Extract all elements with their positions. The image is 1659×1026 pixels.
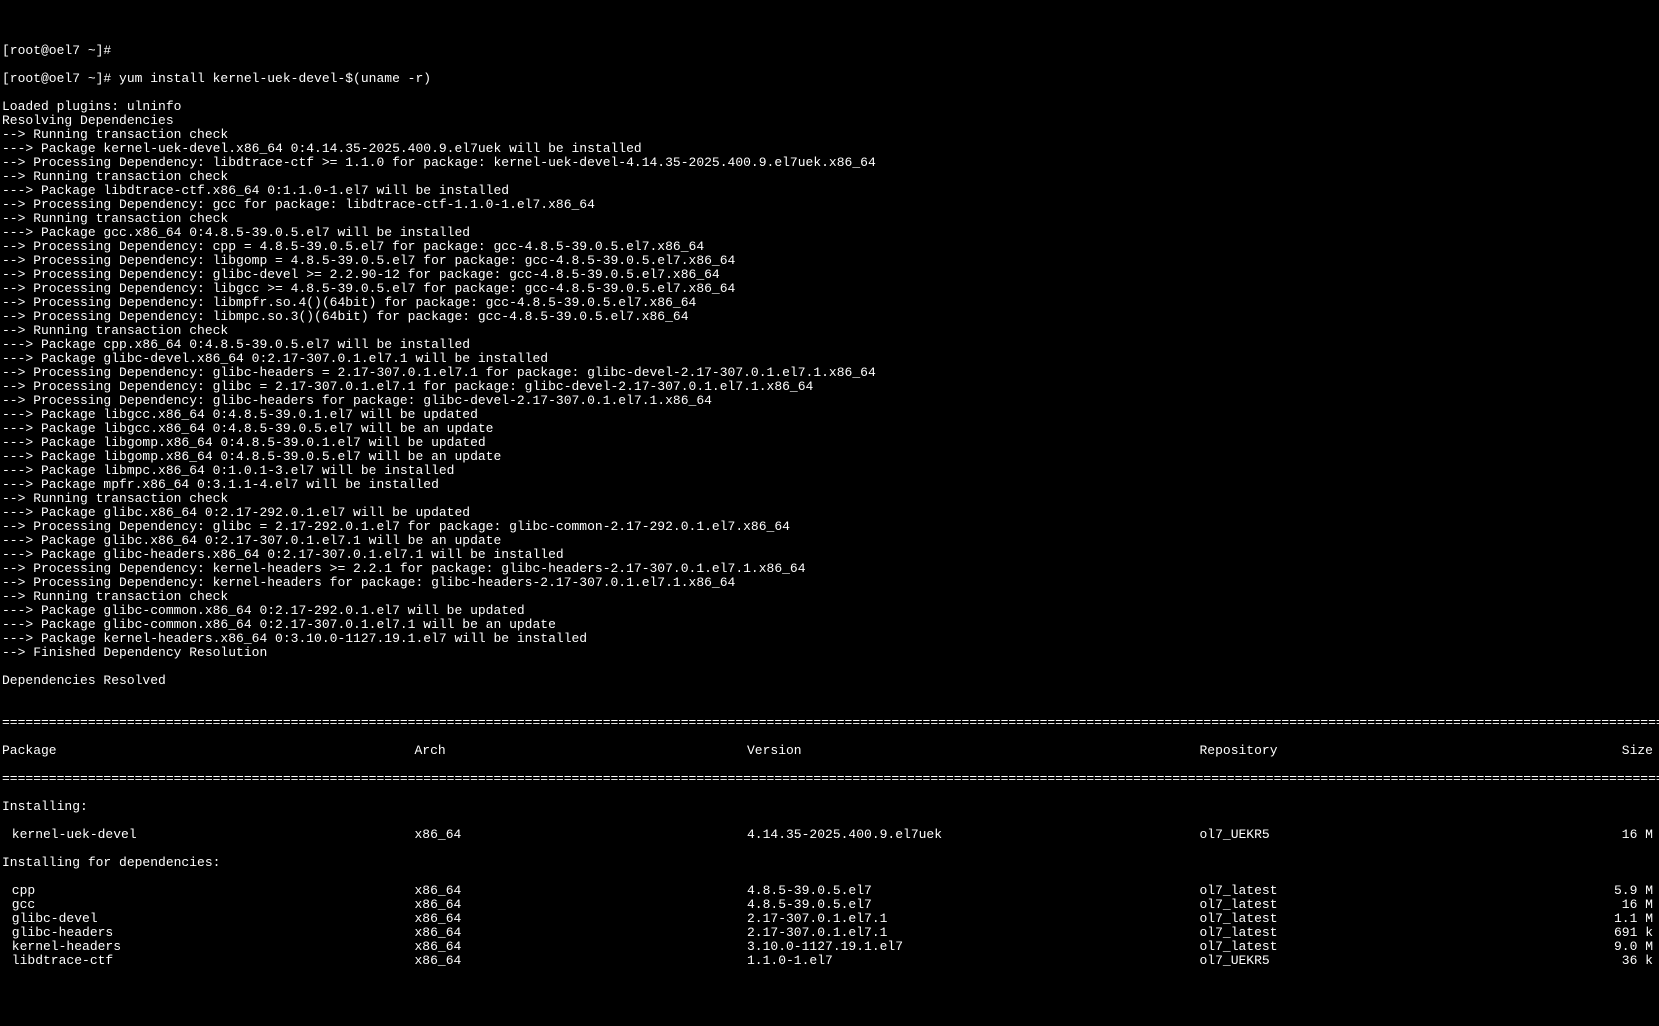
cell-package: kernel-uek-devel xyxy=(2,828,382,842)
output-line: --> Running transaction check xyxy=(2,170,1657,184)
cell: ol7_latest xyxy=(1200,926,1545,940)
cell: 3.10.0-1127.19.1.el7 xyxy=(747,940,1167,954)
output-line: ---> Package gcc.x86_64 0:4.8.5-39.0.5.e… xyxy=(2,226,1657,240)
output-line: --> Processing Dependency: libmpfr.so.4(… xyxy=(2,296,1657,310)
cell: cpp xyxy=(2,884,382,898)
output-line: --> Processing Dependency: glibc-headers… xyxy=(2,366,1657,380)
cell: 1.1 M xyxy=(1577,912,1657,926)
output-line: --> Processing Dependency: glibc = 2.17-… xyxy=(2,520,1657,534)
cell: 9.0 M xyxy=(1577,940,1657,954)
cell: glibc-headers xyxy=(2,926,382,940)
cell: ol7_UEKR5 xyxy=(1200,954,1545,968)
cell: ol7_latest xyxy=(1200,884,1545,898)
cell: 16 M xyxy=(1577,898,1657,912)
cell-arch: x86_64 xyxy=(415,828,715,842)
cell: x86_64 xyxy=(415,912,715,926)
table-row: gcc x86_64 4.8.5-39.0.5.el7 ol7_latest 16 M xyxy=(2,898,1657,912)
cell: glibc-devel xyxy=(2,912,382,926)
output-line: ---> Package glibc-common.x86_64 0:2.17-… xyxy=(2,618,1657,632)
cell: x86_64 xyxy=(415,954,715,968)
output-line: --> Processing Dependency: glibc-headers… xyxy=(2,394,1657,408)
cell: ol7_latest xyxy=(1200,912,1545,926)
header-repository: Repository xyxy=(1200,744,1545,758)
table-header-row: Package Arch Version Repository Size xyxy=(2,744,1657,758)
shell-prompt: [root@oel7 ~]# xyxy=(2,44,1657,58)
cell-repository: ol7_UEKR5 xyxy=(1200,828,1545,842)
output-line: --> Processing Dependency: kernel-header… xyxy=(2,562,1657,576)
output-line: --> Running transaction check xyxy=(2,590,1657,604)
yum-output: Loaded plugins: ulninfoResolving Depende… xyxy=(2,100,1657,702)
cell: kernel-headers xyxy=(2,940,382,954)
cell: 2.17-307.0.1.el7.1 xyxy=(747,912,1167,926)
output-line: ---> Package glibc.x86_64 0:2.17-307.0.1… xyxy=(2,534,1657,548)
header-package: Package xyxy=(2,744,382,758)
cell: x86_64 xyxy=(415,940,715,954)
separator: ========================================… xyxy=(2,772,1657,786)
cell: 4.8.5-39.0.5.el7 xyxy=(747,884,1167,898)
output-line: --> Running transaction check xyxy=(2,212,1657,226)
output-line: --> Processing Dependency: libdtrace-ctf… xyxy=(2,156,1657,170)
output-line: ---> Package glibc-common.x86_64 0:2.17-… xyxy=(2,604,1657,618)
output-line: ---> Package glibc-devel.x86_64 0:2.17-3… xyxy=(2,352,1657,366)
output-line: ---> Package kernel-headers.x86_64 0:3.1… xyxy=(2,632,1657,646)
cell: x86_64 xyxy=(415,898,715,912)
output-line: --> Running transaction check xyxy=(2,492,1657,506)
output-line: --> Running transaction check xyxy=(2,324,1657,338)
dependency-rows: cpp x86_64 4.8.5-39.0.5.el7 ol7_latest 5.9 M… xyxy=(2,884,1657,968)
shell-command[interactable]: [root@oel7 ~]# yum install kernel-uek-de… xyxy=(2,72,1657,86)
output-line: --> Running transaction check xyxy=(2,128,1657,142)
output-line: Resolving Dependencies xyxy=(2,114,1657,128)
cell: 1.1.0-1.el7 xyxy=(747,954,1167,968)
separator: ========================================… xyxy=(2,716,1657,730)
cell: x86_64 xyxy=(415,926,715,940)
output-line: ---> Package libgomp.x86_64 0:4.8.5-39.0… xyxy=(2,450,1657,464)
output-line: --> Processing Dependency: glibc = 2.17-… xyxy=(2,380,1657,394)
section-installing-deps: Installing for dependencies: xyxy=(2,856,1657,870)
output-line: Loaded plugins: ulninfo xyxy=(2,100,1657,114)
cell: libdtrace-ctf xyxy=(2,954,382,968)
output-line: --> Processing Dependency: glibc-devel >… xyxy=(2,268,1657,282)
cell: x86_64 xyxy=(415,884,715,898)
cell: 691 k xyxy=(1577,926,1657,940)
output-line: --> Processing Dependency: libmpc.so.3()… xyxy=(2,310,1657,324)
table-row: kernel-headers x86_64 3.10.0-1127.19.1.el7… xyxy=(2,940,1657,954)
output-line: ---> Package glibc.x86_64 0:2.17-292.0.1… xyxy=(2,506,1657,520)
output-line: ---> Package libgcc.x86_64 0:4.8.5-39.0.… xyxy=(2,408,1657,422)
header-version: Version xyxy=(747,744,1167,758)
cell-size: 16 M xyxy=(1577,828,1657,842)
output-line: --> Processing Dependency: libgomp = 4.8… xyxy=(2,254,1657,268)
output-line: ---> Package libgomp.x86_64 0:4.8.5-39.0… xyxy=(2,436,1657,450)
output-line: --> Processing Dependency: cpp = 4.8.5-3… xyxy=(2,240,1657,254)
table-row: cpp x86_64 4.8.5-39.0.5.el7 ol7_latest 5.9 M xyxy=(2,884,1657,898)
output-line: ---> Package kernel-uek-devel.x86_64 0:4… xyxy=(2,142,1657,156)
output-line: ---> Package libmpc.x86_64 0:1.0.1-3.el7… xyxy=(2,464,1657,478)
section-installing: Installing: xyxy=(2,800,1657,814)
output-line: Dependencies Resolved xyxy=(2,674,1657,688)
output-line: --> Processing Dependency: libgcc >= 4.8… xyxy=(2,282,1657,296)
cell: 36 k xyxy=(1577,954,1657,968)
table-row: glibc-devel x86_64 2.17-307.0.1.el7.1 ol7_l… xyxy=(2,912,1657,926)
output-line xyxy=(2,660,1657,674)
output-line: --> Finished Dependency Resolution xyxy=(2,646,1657,660)
output-line xyxy=(2,688,1657,702)
table-row: libdtrace-ctf x86_64 1.1.0-1.el7 ol7_UEKR5 3… xyxy=(2,954,1657,968)
output-line: ---> Package glibc-headers.x86_64 0:2.17… xyxy=(2,548,1657,562)
cell: 5.9 M xyxy=(1577,884,1657,898)
table-row: glibc-headers x86_64 2.17-307.0.1.el7.1 ol7… xyxy=(2,926,1657,940)
header-size: Size xyxy=(1577,744,1657,758)
cell: 2.17-307.0.1.el7.1 xyxy=(747,926,1167,940)
cell: gcc xyxy=(2,898,382,912)
cell-version: 4.14.35-2025.400.9.el7uek xyxy=(747,828,1167,842)
table-row: kernel-uek-devel x86_64 4.14.35-2025.400… xyxy=(2,828,1657,842)
output-line: ---> Package libdtrace-ctf.x86_64 0:1.1.… xyxy=(2,184,1657,198)
cell: 4.8.5-39.0.5.el7 xyxy=(747,898,1167,912)
cell: ol7_latest xyxy=(1200,940,1545,954)
cell: ol7_latest xyxy=(1200,898,1545,912)
output-line: ---> Package cpp.x86_64 0:4.8.5-39.0.5.e… xyxy=(2,338,1657,352)
output-line: --> Processing Dependency: kernel-header… xyxy=(2,576,1657,590)
output-line: ---> Package libgcc.x86_64 0:4.8.5-39.0.… xyxy=(2,422,1657,436)
output-line: ---> Package mpfr.x86_64 0:3.1.1-4.el7 w… xyxy=(2,478,1657,492)
header-arch: Arch xyxy=(415,744,715,758)
output-line: --> Processing Dependency: gcc for packa… xyxy=(2,198,1657,212)
